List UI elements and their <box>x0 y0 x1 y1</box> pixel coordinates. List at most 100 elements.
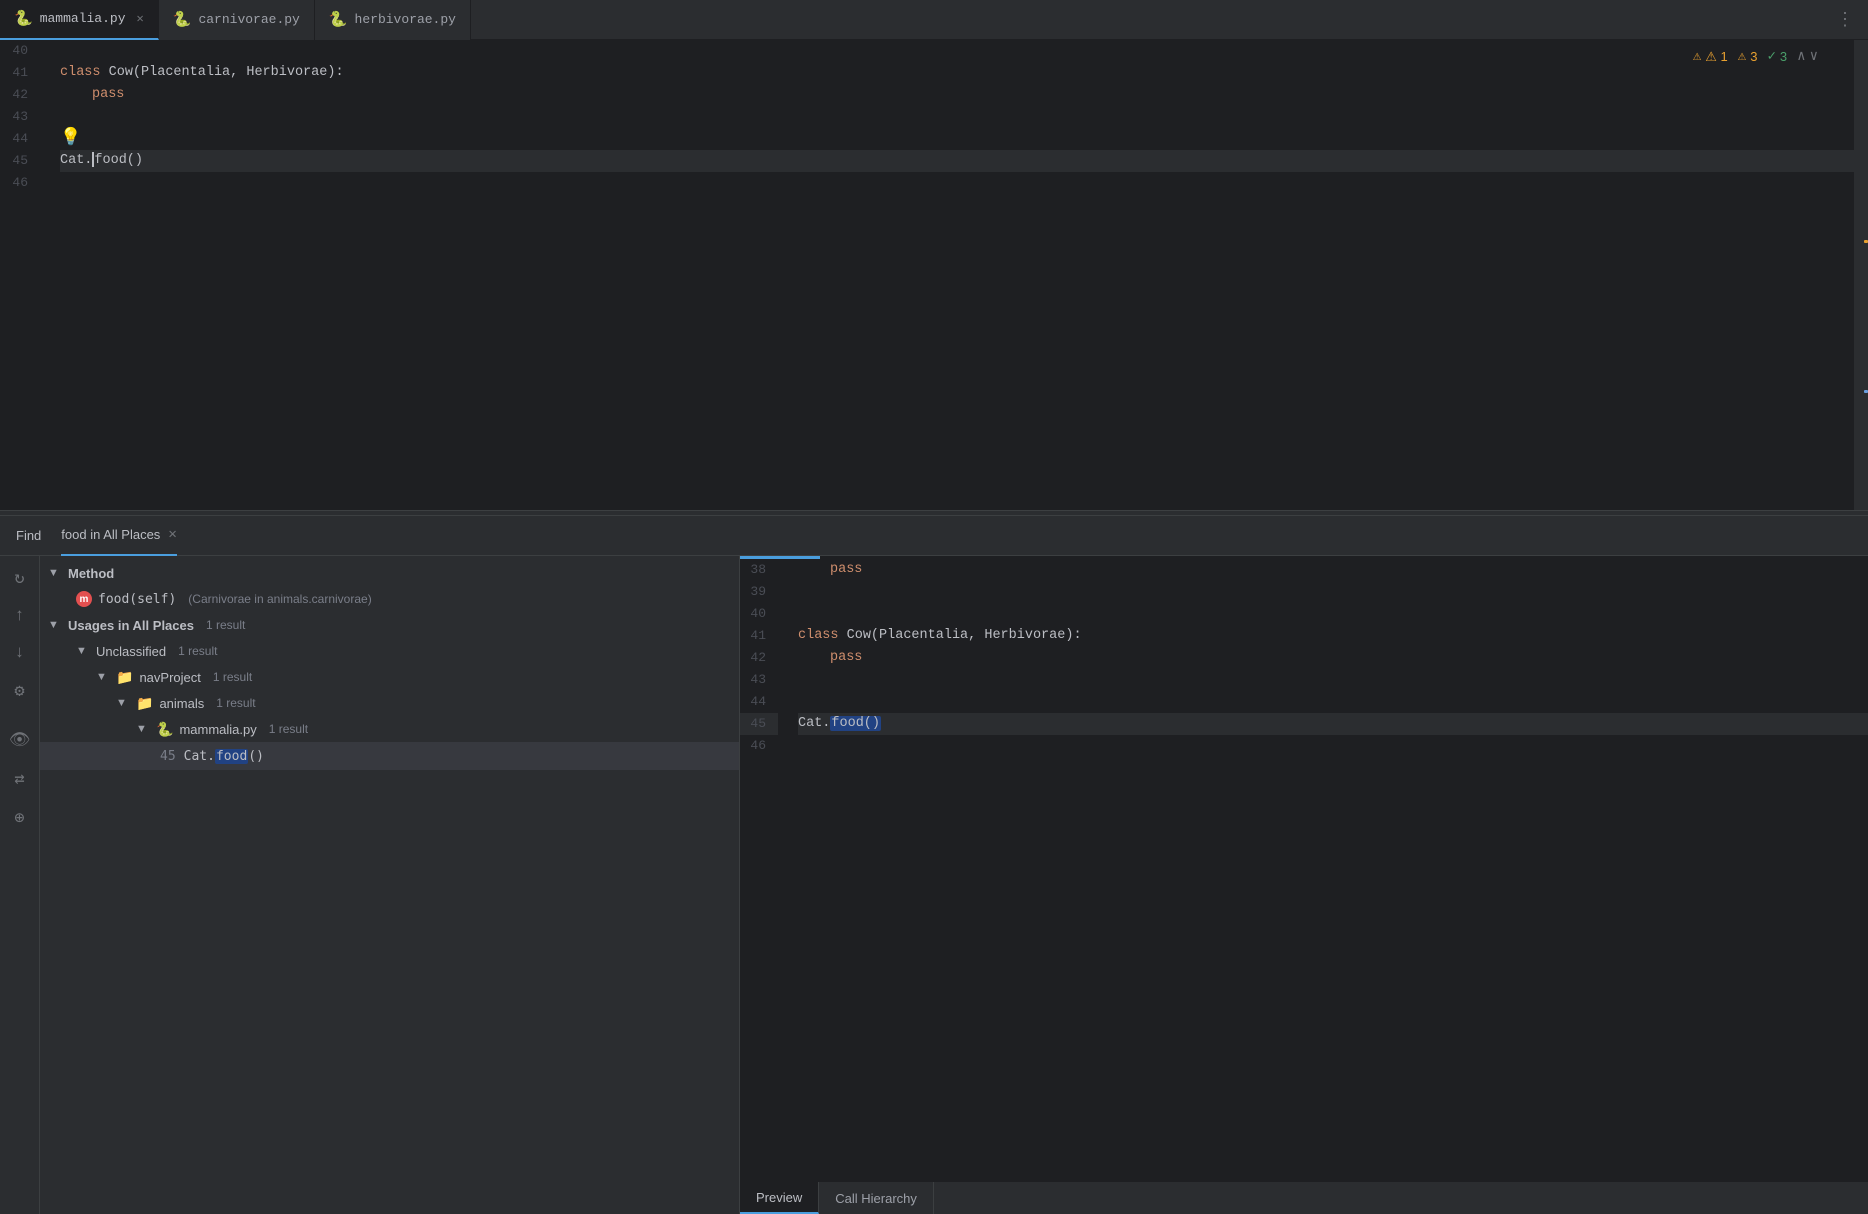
usages-chevron-icon: ▼ <box>48 619 62 631</box>
find-tab-close-button[interactable]: ✕ <box>168 526 176 543</box>
navproject-count: 1 result <box>213 670 252 684</box>
preview-code: 38 39 40 41 42 43 44 45 46 pass <box>740 556 1868 1180</box>
editor-area: 40 41 42 43 44 45 46 class Cow(Placental… <box>0 40 1868 510</box>
preview-line-39 <box>798 581 1868 603</box>
food-self-detail: (Carnivorae in animals.carnivorae) <box>188 592 371 606</box>
keyword-class: class <box>60 62 101 84</box>
find-tab-find-label[interactable]: Find <box>16 528 41 543</box>
find-tab-active-label: food in All Places <box>61 527 160 542</box>
find-panel: Find food in All Places ✕ ↻ ↑ ↓ ⚙ 👁 ⇄ ⊕ … <box>0 516 1868 1214</box>
preview-line-41: class Cow(Placentalia, Herbivorae): <box>798 625 1868 647</box>
chevron-down-icon[interactable]: ∨ <box>1810 48 1818 65</box>
find-tab-active[interactable]: food in All Places ✕ <box>61 516 176 556</box>
check-badge[interactable]: ✓ 3 <box>1767 48 1787 65</box>
warning-badge-3[interactable]: ⚠ 3 <box>1738 48 1758 65</box>
preview-pane: 38 39 40 41 42 43 44 45 46 pass <box>740 556 1868 1214</box>
tab-carnivorae-label: carnivorae.py <box>198 12 299 27</box>
nav-arrows[interactable]: ∧ ∨ <box>1797 48 1818 65</box>
arrow-up-icon[interactable]: ↑ <box>14 607 24 626</box>
method-label: Method <box>68 566 114 581</box>
code-line-42: pass <box>60 84 1854 106</box>
tree-navproject-header[interactable]: ▼ 📁 navProject 1 result <box>40 664 739 690</box>
preview-line-38: pass <box>798 559 1868 581</box>
chevron-up-icon[interactable]: ∧ <box>1797 48 1805 65</box>
check-count: 3 <box>1780 49 1787 64</box>
tab-menu-button[interactable]: ⋮ <box>1822 9 1868 31</box>
keyword-pass-42: pass <box>92 84 124 106</box>
tab-carnivorae[interactable]: 🐍 carnivorae.py <box>159 0 315 40</box>
result-line-num: 45 <box>160 749 176 764</box>
find-content: ↻ ↑ ↓ ⚙ 👁 ⇄ ⊕ ▼ Method m food(self) (Car… <box>0 556 1868 1214</box>
warning-marker <box>1864 240 1868 243</box>
tree-animals-header[interactable]: ▼ 📁 animals 1 result <box>40 690 739 716</box>
mammalia-chevron-icon: ▼ <box>136 723 150 735</box>
info-marker <box>1864 390 1868 393</box>
tree-method-header[interactable]: ▼ Method <box>40 560 739 586</box>
code-editor[interactable]: class Cow(Placentalia, Herbivorae): pass… <box>52 40 1854 510</box>
preview-line-44 <box>798 691 1868 713</box>
result-line-45[interactable]: 45 Cat.food() <box>40 742 739 770</box>
preview-tab-call-hierarchy[interactable]: Call Hierarchy <box>819 1182 934 1214</box>
usages-count: 1 result <box>206 618 245 632</box>
preview-tab-label: Preview <box>756 1190 802 1205</box>
tab-mammalia-label: mammalia.py <box>40 11 126 26</box>
find-tab-bar: Find food in All Places ✕ <box>0 516 1868 556</box>
method-chevron-icon: ▼ <box>48 567 62 579</box>
line-numbers: 40 41 42 43 44 45 46 <box>0 40 52 510</box>
preview-tab-preview[interactable]: Preview <box>740 1182 819 1214</box>
result-code-prefix: Cat.food() <box>184 749 264 764</box>
navproject-label: navProject <box>139 670 200 685</box>
preview-lines: 38 39 40 41 42 43 44 45 46 pass <box>740 559 1868 757</box>
settings-icon[interactable]: ⚙ <box>14 681 24 702</box>
preview-gutter: 38 39 40 41 42 43 44 45 46 <box>740 559 790 757</box>
tree-unclassified-header[interactable]: ▼ Unclassified 1 result <box>40 638 739 664</box>
code-cat: Cat.food() <box>60 150 143 172</box>
code-line-46 <box>60 172 1854 194</box>
preview-line-46 <box>798 735 1868 757</box>
eye-icon[interactable]: 👁 <box>9 730 31 751</box>
navproject-folder-icon: 📁 <box>116 669 133 686</box>
tree-usages-header[interactable]: ▼ Usages in All Places 1 result <box>40 612 739 638</box>
lightbulb-icon: 💡 <box>60 128 81 150</box>
mammalia-file-icon: 🐍 <box>156 721 173 738</box>
warning-count-3: 3 <box>1750 49 1757 64</box>
preview-code-content[interactable]: pass class Cow(Placentalia, Herbivorae):… <box>790 559 1868 757</box>
code-line-43 <box>60 106 1854 128</box>
warning-icon-3: ⚠ <box>1738 48 1746 65</box>
pin-icon[interactable]: ⊕ <box>14 808 24 829</box>
preview-line-43 <box>798 669 1868 691</box>
warning-icon-1: ⚠ <box>1693 48 1701 65</box>
result-highlight: food <box>215 749 248 764</box>
tab-mammalia-close[interactable]: ✕ <box>137 11 144 26</box>
tab-bar: 🐍 mammalia.py ✕ 🐍 carnivorae.py 🐍 herbiv… <box>0 0 1868 40</box>
call-hierarchy-tab-label: Call Hierarchy <box>835 1191 917 1206</box>
code-line-44: 💡 <box>60 128 1854 150</box>
unclassified-label: Unclassified <box>96 644 166 659</box>
code-line-45[interactable]: Cat.food() <box>60 150 1854 172</box>
usages-label: Usages in All Places <box>68 618 194 633</box>
code-line-41: class Cow(Placentalia, Herbivorae): <box>60 62 1854 84</box>
mammalia-file-label: mammalia.py <box>179 722 256 737</box>
warning-count-1: ⚠ 1 <box>1705 49 1728 65</box>
results-tree: ▼ Method m food(self) (Carnivorae in ani… <box>40 556 740 1214</box>
tab-mammalia[interactable]: 🐍 mammalia.py ✕ <box>0 0 159 40</box>
tab-herbivorae[interactable]: 🐍 herbivorae.py <box>315 0 471 40</box>
animals-count: 1 result <box>216 696 255 710</box>
editor-right-gutter <box>1854 40 1868 510</box>
tree-mammalia-header[interactable]: ▼ 🐍 mammalia.py 1 result <box>40 716 739 742</box>
arrow-down-icon[interactable]: ↓ <box>14 644 24 663</box>
preview-line-45: Cat.food() <box>798 713 1868 735</box>
navigate-icon[interactable]: ⇄ <box>14 769 24 790</box>
tree-food-self-item[interactable]: m food(self) (Carnivorae in animals.carn… <box>40 586 739 612</box>
method-icon: m <box>76 591 92 607</box>
preview-line-40 <box>798 603 1868 625</box>
preview-food-highlight: food() <box>830 716 881 731</box>
check-icon: ✓ <box>1767 48 1775 65</box>
code-line-40 <box>60 40 1854 62</box>
warning-badge-1[interactable]: ⚠ ⚠ 1 <box>1693 48 1728 65</box>
herbivorae-py-icon: 🐍 <box>329 10 348 29</box>
class-name-cow: Cow(Placentalia, Herbivorae): <box>109 62 344 84</box>
animals-folder-icon: 📁 <box>136 695 153 712</box>
refresh-icon[interactable]: ↻ <box>14 568 24 589</box>
carnivorae-py-icon: 🐍 <box>173 10 192 29</box>
